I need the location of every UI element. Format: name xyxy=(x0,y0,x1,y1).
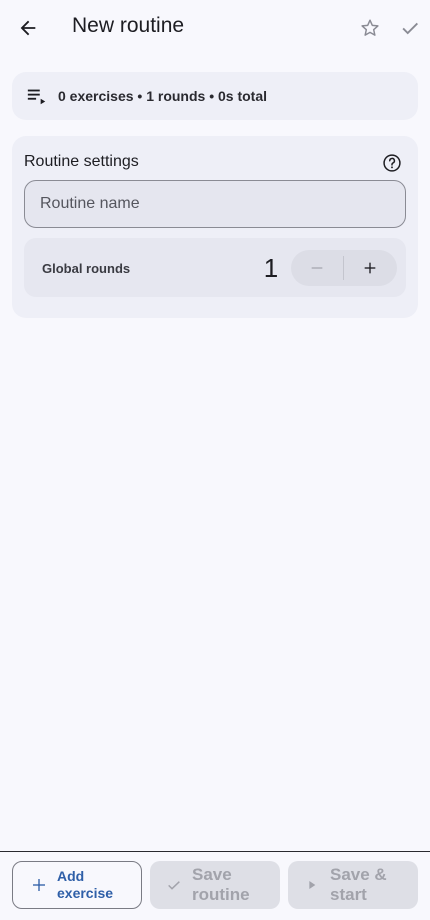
save-and-start-label: Save & start xyxy=(330,864,387,904)
global-rounds-label: Global rounds xyxy=(42,261,131,276)
add-exercise-label: Add exercise xyxy=(57,868,114,901)
check-icon xyxy=(402,22,418,35)
check-icon xyxy=(168,881,180,890)
star-outline-icon xyxy=(361,19,379,36)
plus-icon xyxy=(33,879,45,891)
routine-summary: 0 exercises • 1 rounds • 0s total xyxy=(12,72,418,120)
save-and-start-button[interactable]: Save & start xyxy=(288,861,418,909)
increment-rounds-button[interactable] xyxy=(344,250,396,286)
save-routine-label: Save routine xyxy=(192,864,250,904)
save-routine-button[interactable]: Save routine xyxy=(150,861,280,909)
confirm-button[interactable] xyxy=(396,14,424,42)
routine-name-input[interactable] xyxy=(24,180,406,228)
play-icon xyxy=(309,881,316,889)
help-button[interactable] xyxy=(380,151,404,175)
global-rounds-row: Global rounds 1 xyxy=(24,238,406,297)
decrement-rounds-button[interactable] xyxy=(291,250,343,286)
page-title: New routine xyxy=(72,14,185,37)
routine-settings-card: Routine settings Global rounds 1 xyxy=(12,136,418,318)
add-exercise-button[interactable]: Add exercise xyxy=(12,861,142,909)
arrow-back-icon xyxy=(20,20,36,36)
rounds-stepper xyxy=(291,250,397,286)
playlist-play-icon xyxy=(27,89,46,105)
summary-text: 0 exercises • 1 rounds • 0s total xyxy=(58,88,268,104)
back-button[interactable] xyxy=(14,14,42,42)
global-rounds-value: 1 xyxy=(263,253,279,283)
plus-icon xyxy=(364,262,376,274)
favorite-button[interactable] xyxy=(356,14,384,42)
help-circle-icon xyxy=(383,154,401,172)
settings-heading: Routine settings xyxy=(24,153,139,170)
bottom-action-bar: Add exercise Save routine Save & start xyxy=(0,851,430,920)
minus-icon xyxy=(311,267,323,269)
app-bar: New routine xyxy=(0,0,430,56)
